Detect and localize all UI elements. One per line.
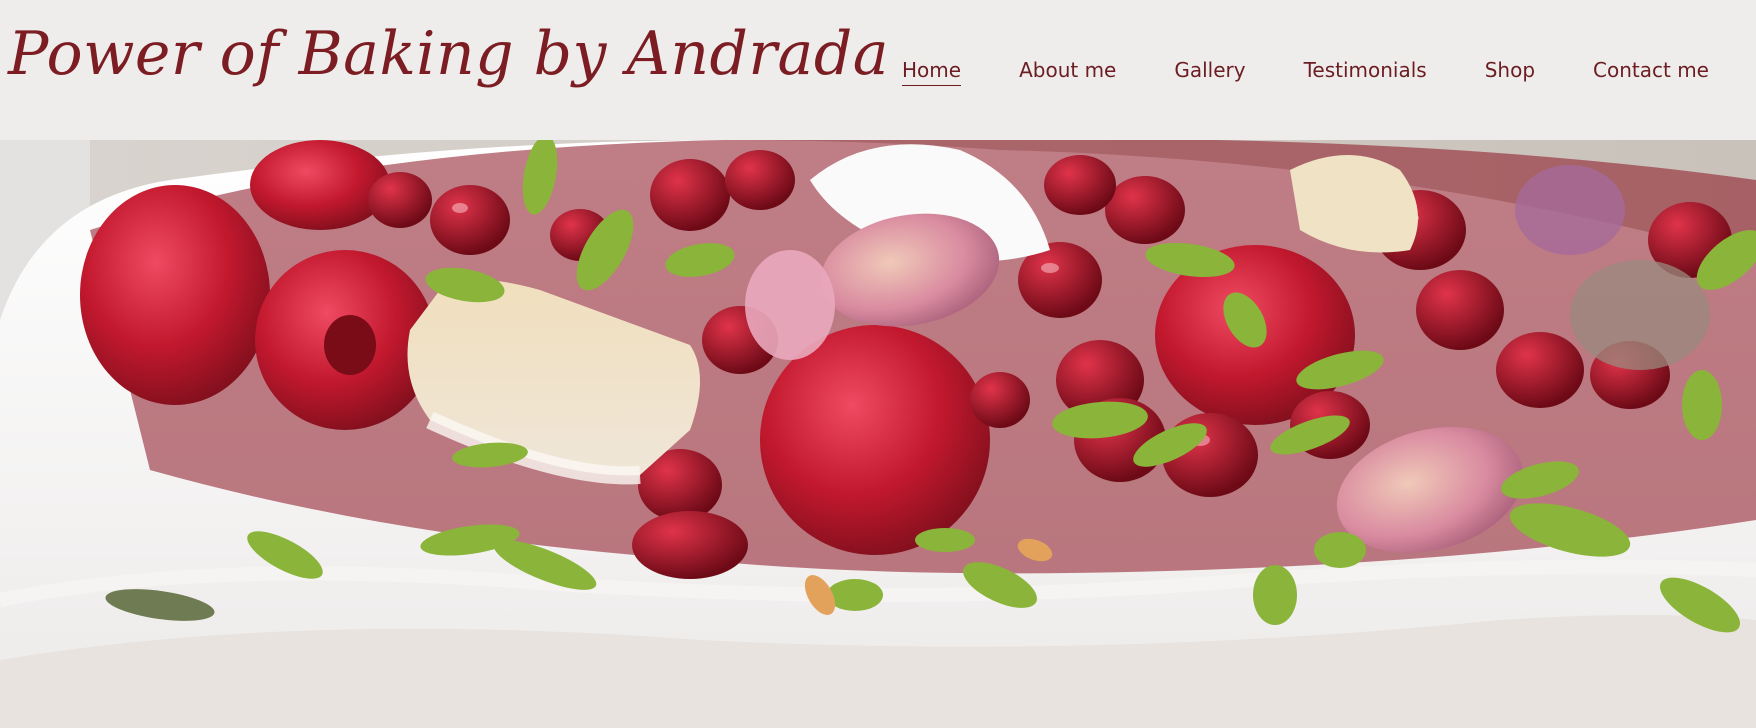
site-header: Power of Baking by Andrada Home About me…: [0, 0, 1756, 140]
nav-shop[interactable]: Shop: [1485, 50, 1535, 90]
nav-contact-me[interactable]: Contact me: [1593, 50, 1709, 90]
nav-home[interactable]: Home: [902, 50, 962, 90]
site-logo[interactable]: Power of Baking by Andrada: [8, 14, 889, 94]
nav-gallery[interactable]: Gallery: [1174, 50, 1245, 90]
hero-banner: [0, 140, 1756, 728]
nav-testimonials[interactable]: Testimonials: [1304, 50, 1427, 90]
nav-about-me[interactable]: About me: [1019, 50, 1116, 90]
pavlova-dessert-image: [0, 140, 1756, 728]
main-nav: Home About me Gallery Testimonials Shop …: [902, 50, 1756, 90]
